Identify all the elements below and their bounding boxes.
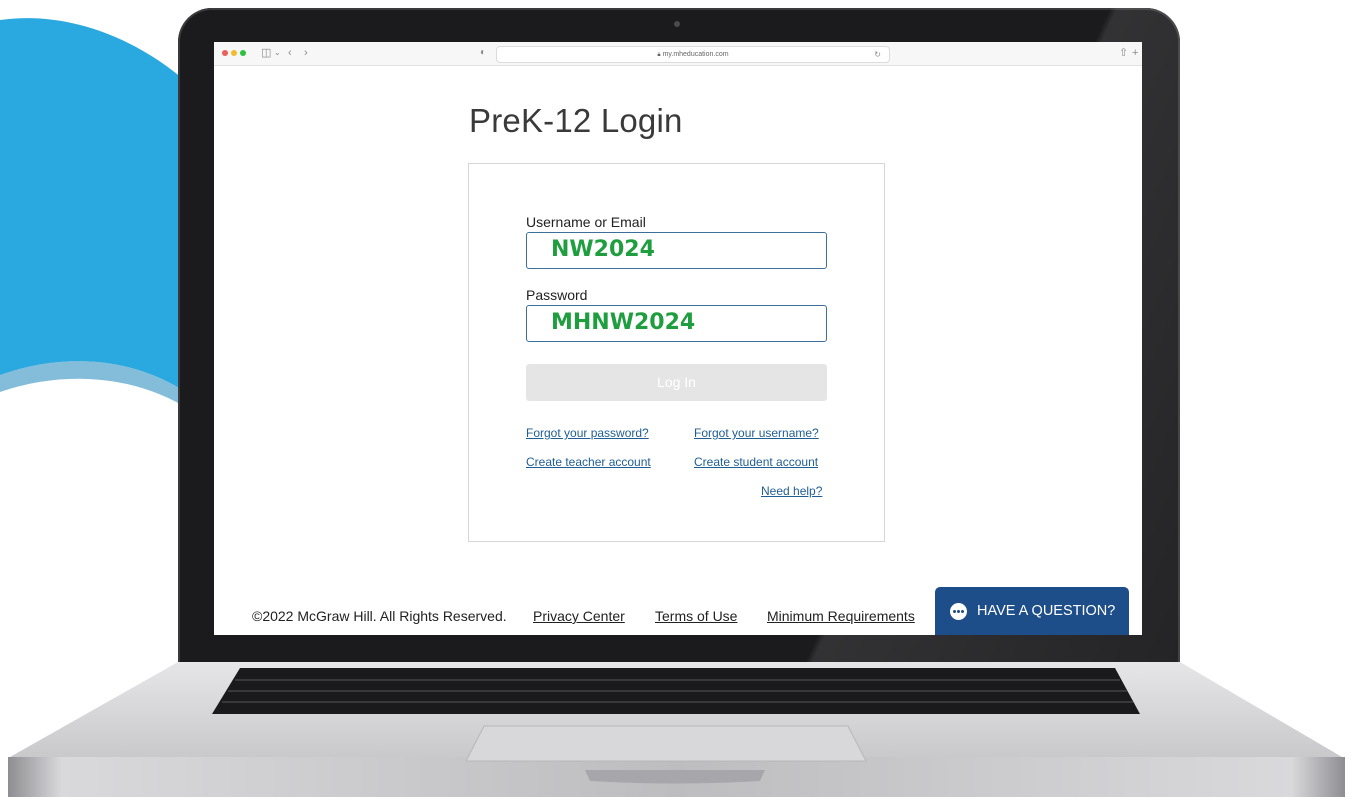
forgot-username-link[interactable]: Forgot your username? <box>694 426 819 440</box>
new-tab-icon[interactable]: + <box>1132 46 1138 60</box>
lock-icon: 🔒︎ <box>657 52 661 58</box>
password-label: Password <box>526 287 588 303</box>
create-teacher-account-link[interactable]: Create teacher account <box>526 455 651 469</box>
chevron-down-icon[interactable]: ⌄ <box>274 46 281 60</box>
create-student-account-link[interactable]: Create student account <box>694 455 818 469</box>
minimize-window-dot[interactable] <box>231 50 237 56</box>
shield-icon[interactable]: ◐ <box>480 46 486 60</box>
address-bar[interactable]: 🔒︎ my.mheducation.com ↻ <box>496 46 890 63</box>
browser-window: ◫ ⌄ ‹ › ◐ 🔒︎ my.mheducation.com ↻ ⇧ + Pr… <box>214 42 1142 635</box>
login-button[interactable]: Log In <box>526 364 827 401</box>
have-a-question-button[interactable]: HAVE A QUESTION? <box>935 587 1129 635</box>
need-help-link[interactable]: Need help? <box>761 484 822 498</box>
laptop-base <box>8 662 1345 797</box>
camera-icon <box>674 21 680 27</box>
username-field[interactable]: NW2024 <box>526 232 827 269</box>
maximize-window-dot[interactable] <box>240 50 246 56</box>
chat-bubble-icon <box>950 603 967 620</box>
password-field[interactable]: MHNW2024 <box>526 305 827 342</box>
copyright-text: ©2022 McGraw Hill. All Rights Reserved. <box>252 608 507 624</box>
sidebar-icon[interactable]: ◫ <box>261 46 271 60</box>
have-a-question-label: HAVE A QUESTION? <box>977 603 1116 619</box>
url-text: my.mheducation.com <box>662 51 729 58</box>
back-icon[interactable]: ‹ <box>288 46 292 60</box>
page-title: PreK-12 Login <box>469 102 683 139</box>
close-window-dot[interactable] <box>222 50 228 56</box>
login-card: Username or Email NW2024 Password MHNW20… <box>468 163 885 542</box>
reload-icon[interactable]: ↻ <box>874 47 881 62</box>
minimum-requirements-link[interactable]: Minimum Requirements <box>767 608 915 624</box>
username-label: Username or Email <box>526 214 646 230</box>
browser-toolbar: ◫ ⌄ ‹ › ◐ 🔒︎ my.mheducation.com ↻ ⇧ + <box>214 42 1142 66</box>
share-icon[interactable]: ⇧ <box>1119 46 1128 60</box>
forgot-password-link[interactable]: Forgot your password? <box>526 426 649 440</box>
terms-of-use-link[interactable]: Terms of Use <box>655 608 737 624</box>
privacy-center-link[interactable]: Privacy Center <box>533 608 625 624</box>
forward-icon[interactable]: › <box>304 46 308 60</box>
